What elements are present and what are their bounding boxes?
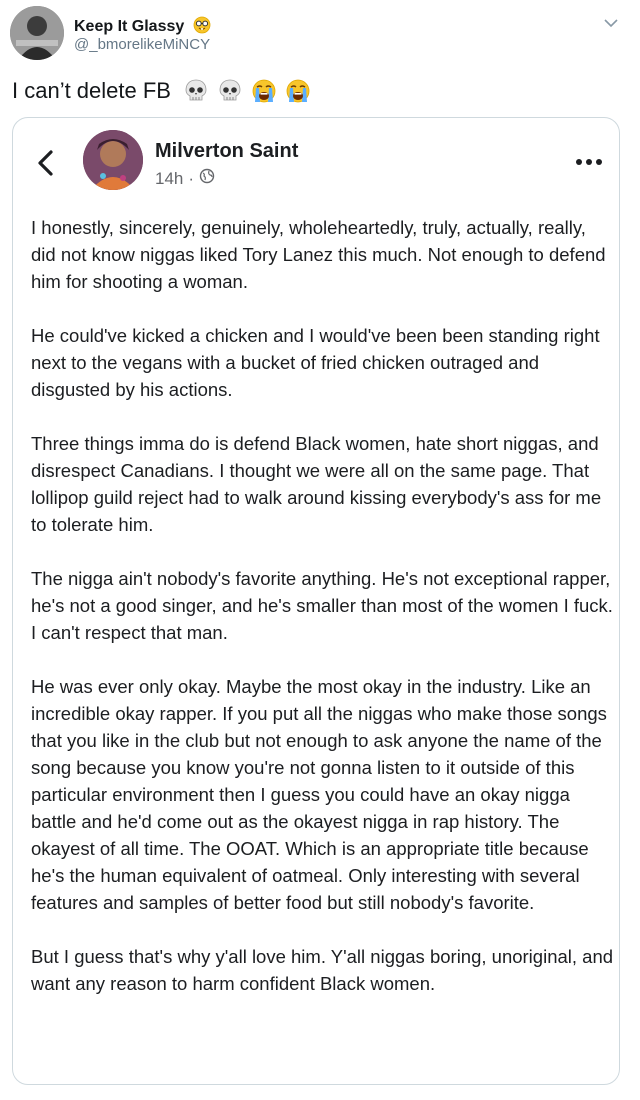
facebook-author-name[interactable]: Milverton Saint (155, 140, 298, 163)
twitter-author-handle[interactable]: @_bmorelikeMiNCY (74, 36, 210, 53)
loudly-crying-face-emoji (252, 79, 276, 103)
facebook-post-meta: 14h · (155, 168, 215, 189)
post-paragraph: But I guess that's why y'all love him. Y… (31, 946, 614, 994)
post-paragraph: The nigga ain't nobody's favorite anythi… (31, 568, 613, 643)
skull-emoji (219, 79, 241, 101)
tweet-emoji-row (183, 78, 313, 110)
post-timestamp[interactable]: 14h (155, 169, 183, 189)
post-paragraph: Three things imma do is defend Black wom… (31, 433, 602, 535)
tweet-text-content: I can’t delete FB (12, 78, 171, 103)
twitter-avatar[interactable] (10, 6, 64, 60)
tweet-text: I can’t delete FB (12, 78, 313, 110)
skull-emoji (185, 79, 207, 101)
post-paragraph: He was ever only okay. Maybe the most ok… (31, 676, 607, 913)
globe-icon (199, 168, 215, 189)
post-paragraph: He could've kicked a chicken and I would… (31, 325, 600, 400)
facebook-post-body: I honestly, sincerely, genuinely, wholeh… (31, 214, 615, 997)
facebook-post-screenshot[interactable]: Milverton Saint 14h · I honestly, sincer… (12, 117, 620, 1085)
chevron-down-icon[interactable] (602, 14, 620, 32)
tweet-header: Keep It Glassy @_bmorelikeMiNCY (10, 6, 630, 62)
meta-separator: · (188, 168, 195, 188)
more-options-icon[interactable] (575, 154, 603, 165)
loudly-crying-face-emoji (287, 79, 310, 103)
post-paragraph: I honestly, sincerely, genuinely, wholeh… (31, 217, 606, 292)
back-arrow-icon[interactable] (35, 148, 57, 178)
facebook-avatar[interactable] (83, 130, 143, 190)
